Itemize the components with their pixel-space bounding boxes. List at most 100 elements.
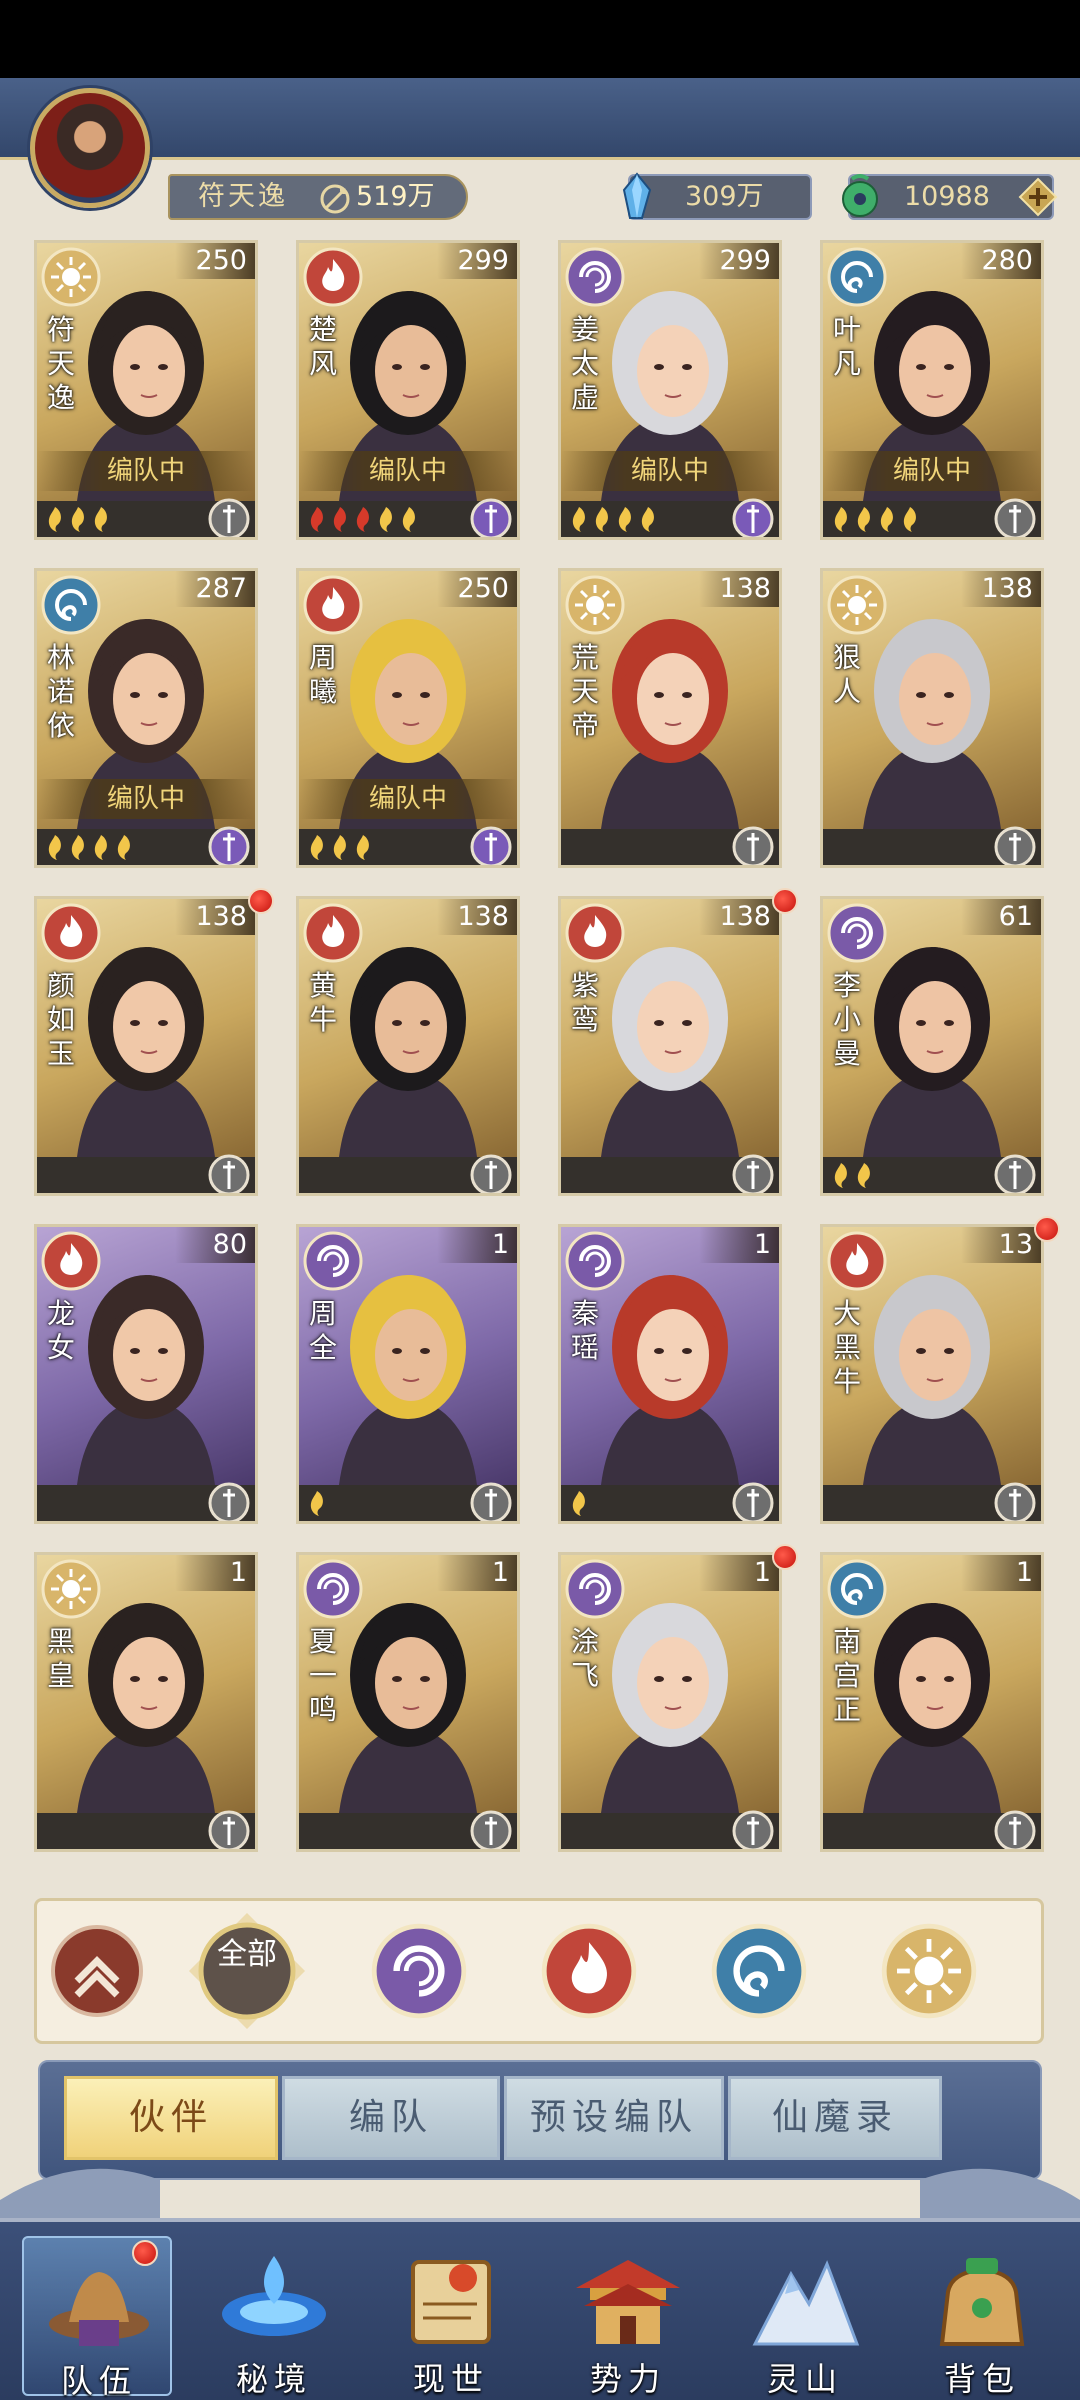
character-name: 符天逸 <box>47 313 76 414</box>
character-card[interactable]: 138 荒天帝 <box>558 568 782 868</box>
silver-weapon-badge-icon[interactable] <box>469 1481 513 1524</box>
character-card[interactable]: 138 狠人 <box>820 568 1044 868</box>
fragment-count: 138 <box>961 571 1041 607</box>
gold-star-icon <box>310 835 323 860</box>
filter-all-button[interactable]: 全部 <box>187 1911 307 2031</box>
arcane-element-icon <box>565 1559 625 1619</box>
fragment-count: 299 <box>699 243 779 279</box>
gold-star-icon <box>333 835 346 860</box>
character-card[interactable]: 80 龙女 <box>34 1224 258 1524</box>
silver-weapon-badge-icon[interactable] <box>731 1481 775 1524</box>
water-element-icon <box>41 575 101 635</box>
nav-palace[interactable]: 势力 <box>553 2236 703 2398</box>
character-name: 龙女 <box>47 1297 76 1364</box>
character-name: 楚风 <box>309 313 338 380</box>
character-card[interactable]: 287 林诺依 编队中 <box>34 568 258 868</box>
character-name: 姜太虚 <box>571 313 600 414</box>
silver-weapon-badge-icon[interactable] <box>993 1809 1037 1852</box>
purple-weapon-badge-icon[interactable] <box>207 825 251 868</box>
filter-all-label: 全部 <box>217 1937 277 1972</box>
fragment-count: 1 <box>175 1555 255 1591</box>
jade-icon <box>842 174 878 217</box>
character-card[interactable]: 1 夏一鸣 <box>296 1552 520 1852</box>
purple-weapon-badge-icon[interactable] <box>731 497 775 540</box>
nav-label: 背包 <box>943 2360 1020 2398</box>
light-icon <box>881 1923 977 2019</box>
character-card[interactable]: 299 楚风 编队中 <box>296 240 520 540</box>
alert-dot <box>772 1544 798 1570</box>
crystal-currency[interactable]: 309万 <box>622 172 812 220</box>
silver-weapon-badge-icon[interactable] <box>207 1481 251 1524</box>
character-card[interactable]: 1 黑皇 <box>34 1552 258 1852</box>
jade-currency[interactable]: 10988 <box>842 174 1058 220</box>
character-card[interactable]: 299 姜太虚 编队中 <box>558 240 782 540</box>
nav-mountain[interactable]: 灵山 <box>730 2236 880 2398</box>
character-card[interactable]: 61 李小曼 <box>820 896 1044 1196</box>
red-star-icon <box>356 507 369 532</box>
filter-arcane-button[interactable] <box>371 1923 467 2019</box>
fragment-count: 1 <box>699 1227 779 1263</box>
character-name: 叶凡 <box>833 313 862 380</box>
character-name: 荒天帝 <box>571 641 600 742</box>
character-card[interactable]: 280 叶凡 编队中 <box>820 240 1044 540</box>
gold-star-icon <box>356 835 369 860</box>
character-card[interactable]: 1 南宫正 <box>820 1552 1044 1852</box>
silver-weapon-badge-icon[interactable] <box>993 497 1037 540</box>
water-element-icon <box>827 247 887 307</box>
filter-water-button[interactable] <box>711 1923 807 2019</box>
character-card[interactable]: 138 颜如玉 <box>34 896 258 1196</box>
silver-weapon-badge-icon[interactable] <box>731 1153 775 1196</box>
filter-rank-button[interactable] <box>49 1923 145 2019</box>
alert-dot <box>1034 1216 1060 1242</box>
water-element-icon <box>827 1559 887 1619</box>
silver-weapon-badge-icon[interactable] <box>993 1153 1037 1196</box>
silver-weapon-badge-icon[interactable] <box>207 497 251 540</box>
silver-weapon-badge-icon[interactable] <box>469 1153 513 1196</box>
arcane-element-icon <box>303 1559 363 1619</box>
star-rating <box>45 505 111 533</box>
character-card[interactable]: 138 黄牛 <box>296 896 520 1196</box>
character-card[interactable]: 250 符天逸 编队中 <box>34 240 258 540</box>
filter-light-button[interactable] <box>881 1923 977 2019</box>
fire-element-icon <box>565 903 625 963</box>
add-currency-icon[interactable] <box>1018 177 1058 217</box>
nav-label: 队伍 <box>60 2362 137 2400</box>
decorative-wave <box>0 2168 1080 2220</box>
nav-team-hat[interactable]: 队伍 <box>22 2236 172 2400</box>
purple-weapon-badge-icon[interactable] <box>469 825 513 868</box>
character-card[interactable]: 13 大黑牛 <box>820 1224 1044 1524</box>
silver-weapon-badge-icon[interactable] <box>731 825 775 868</box>
silver-weapon-badge-icon[interactable] <box>731 1809 775 1852</box>
filter-fire-button[interactable] <box>541 1923 637 2019</box>
silver-weapon-badge-icon[interactable] <box>993 825 1037 868</box>
purple-weapon-badge-icon[interactable] <box>469 497 513 540</box>
gold-star-icon <box>857 1163 870 1188</box>
character-card[interactable]: 138 紫鸾 <box>558 896 782 1196</box>
red-star-icon <box>333 507 346 532</box>
fire-element-icon <box>303 903 363 963</box>
silver-weapon-badge-icon[interactable] <box>207 1153 251 1196</box>
silver-weapon-badge-icon[interactable] <box>469 1809 513 1852</box>
nav-portal[interactable]: 秘境 <box>199 2236 349 2398</box>
jade-value: 10988 <box>904 181 990 212</box>
character-card[interactable]: 1 秦瑶 <box>558 1224 782 1524</box>
star-rating <box>45 833 134 861</box>
scroll-icon <box>411 2260 491 2344</box>
nav-scroll[interactable]: 现世 <box>376 2236 526 2398</box>
fragment-count: 1 <box>437 1555 517 1591</box>
top-resource-bar: 符天逸 519万 309万 10988 <box>0 78 1080 220</box>
gold-star-icon <box>903 507 916 532</box>
crystal-icon <box>622 172 652 219</box>
character-card[interactable]: 1 涂飞 <box>558 1552 782 1852</box>
arcane-element-icon <box>565 1231 625 1291</box>
character-card[interactable]: 1 周全 <box>296 1224 520 1524</box>
silver-weapon-badge-icon[interactable] <box>993 1481 1037 1524</box>
nav-bag[interactable]: 背包 <box>907 2236 1057 2398</box>
gold-star-icon <box>618 507 631 532</box>
character-name: 黄牛 <box>309 969 338 1036</box>
silver-weapon-badge-icon[interactable] <box>207 1809 251 1852</box>
gold-star-icon <box>857 507 870 532</box>
player-avatar[interactable] <box>30 88 150 208</box>
character-card[interactable]: 250 周曦 编队中 <box>296 568 520 868</box>
red-star-icon <box>310 507 323 532</box>
